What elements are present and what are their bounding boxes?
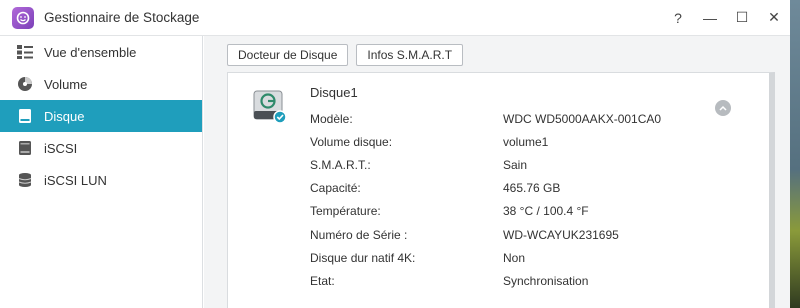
detail-label: Modèle: xyxy=(310,111,353,126)
detail-row-native-4k: Disque dur natif 4K: Non xyxy=(310,246,750,269)
sidebar-item-volume[interactable]: Volume xyxy=(0,68,202,100)
overview-icon xyxy=(16,43,34,61)
detail-label: Disque dur natif 4K: xyxy=(310,250,416,265)
detail-label: Etat: xyxy=(310,273,335,288)
iscsi-lun-icon xyxy=(16,171,34,189)
disk-details: Modèle: WDC WD5000AAKX-001CA0 Volume dis… xyxy=(310,107,750,293)
help-button[interactable]: ? xyxy=(662,0,694,35)
app-icon xyxy=(12,6,34,29)
detail-value: Sain xyxy=(503,157,528,172)
hard-drive-icon xyxy=(250,87,290,130)
detail-row-status: Etat: Synchronisation xyxy=(310,269,750,292)
desktop-background xyxy=(790,0,800,308)
detail-value: WD-WCAYUK231695 xyxy=(503,227,619,242)
detail-value: WDC WD5000AAKX-001CA0 xyxy=(503,111,662,126)
detail-row-volume: Volume disque: volume1 xyxy=(310,130,750,153)
detail-row-serial: Numéro de Série : WD-WCAYUK231695 xyxy=(310,223,750,246)
sidebar-item-overview[interactable]: Vue d'ensemble xyxy=(0,36,202,68)
disk-icon xyxy=(16,107,34,125)
window-title: Gestionnaire de Stockage xyxy=(44,10,200,25)
detail-row-capacity: Capacité: 465.76 GB xyxy=(310,177,750,200)
title-bar: Gestionnaire de Stockage ? — ☐ ✕ xyxy=(0,0,790,36)
maximize-button[interactable]: ☐ xyxy=(726,0,758,35)
sidebar-item-label: Volume xyxy=(44,76,88,92)
sidebar-item-label: iSCSI LUN xyxy=(44,172,107,188)
sidebar: Vue d'ensemble Volume Disque iSCSI iSCSI… xyxy=(0,36,203,308)
window-controls: ? — ☐ ✕ xyxy=(662,0,790,35)
disk-doctor-button[interactable]: Docteur de Disque xyxy=(227,44,349,66)
detail-label: S.M.A.R.T.: xyxy=(310,157,371,172)
volume-icon xyxy=(16,75,34,93)
minimize-button[interactable]: — xyxy=(694,0,726,35)
close-button[interactable]: ✕ xyxy=(758,0,790,35)
sidebar-item-label: iSCSI xyxy=(44,140,78,156)
detail-label: Volume disque: xyxy=(310,134,393,149)
iscsi-icon xyxy=(16,139,34,157)
detail-row-model: Modèle: WDC WD5000AAKX-001CA0 xyxy=(310,107,750,130)
sidebar-item-disk[interactable]: Disque xyxy=(0,100,202,132)
detail-label: Température: xyxy=(310,204,381,219)
detail-value: 465.76 GB xyxy=(503,181,561,196)
disk-panel: Disque1 Modèle: WDC WD5000AAKX-001CA0 Vo… xyxy=(227,72,775,308)
toolbar: Docteur de Disque Infos S.M.A.R.T xyxy=(227,44,464,66)
disk-name: Disque1 xyxy=(310,85,358,100)
smart-info-button[interactable]: Infos S.M.A.R.T xyxy=(356,44,464,66)
sidebar-item-label: Disque xyxy=(44,108,85,124)
main-content: Docteur de Disque Infos S.M.A.R.T Disque… xyxy=(204,36,790,308)
detail-value: 38 °C / 100.4 °F xyxy=(503,204,589,219)
detail-label: Capacité: xyxy=(310,181,361,196)
sidebar-item-iscsi-lun[interactable]: iSCSI LUN xyxy=(0,164,202,196)
detail-label: Numéro de Série : xyxy=(310,227,408,242)
detail-value: volume1 xyxy=(503,134,549,149)
detail-value: Non xyxy=(503,250,526,265)
sidebar-item-label: Vue d'ensemble xyxy=(44,44,137,60)
detail-row-smart: S.M.A.R.T.: Sain xyxy=(310,153,750,176)
sidebar-item-iscsi[interactable]: iSCSI xyxy=(0,132,202,164)
storage-manager-window: Gestionnaire de Stockage ? — ☐ ✕ Vue d'e… xyxy=(0,0,790,308)
detail-row-temperature: Température: 38 °C / 100.4 °F xyxy=(310,200,750,223)
detail-value: Synchronisation xyxy=(503,273,589,288)
